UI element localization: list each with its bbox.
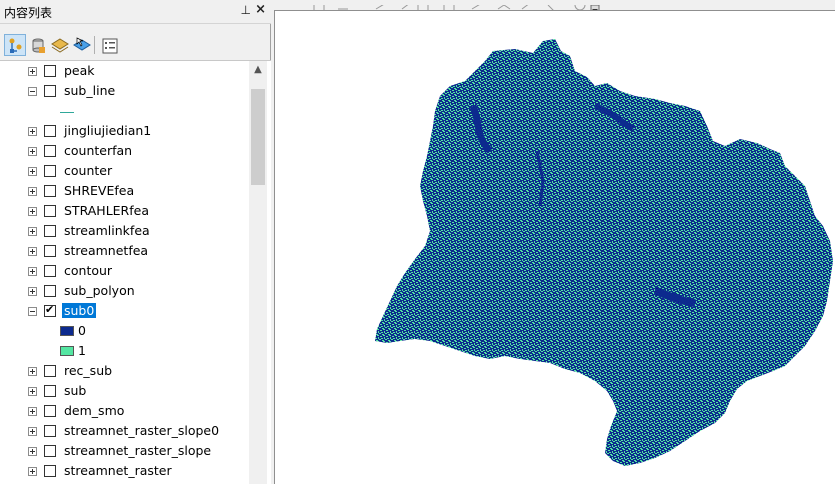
expand-icon[interactable]	[28, 427, 37, 436]
expand-icon[interactable]	[28, 67, 37, 76]
drawing-order-icon[interactable]	[4, 34, 26, 56]
selection-icon[interactable]	[70, 34, 92, 56]
expand-icon[interactable]	[28, 207, 37, 216]
expand-icon[interactable]	[28, 407, 37, 416]
layer-name[interactable]: sub	[64, 383, 86, 398]
layer-row[interactable]: rec_sub	[0, 361, 248, 381]
layer-name[interactable]: SHREVEfea	[64, 183, 134, 198]
layer-row[interactable]: STRAHLERfea	[0, 201, 248, 221]
toc-title: 内容列表	[4, 6, 53, 20]
layer-name[interactable]: peak	[64, 63, 95, 78]
layer-name[interactable]: sub_line	[64, 83, 115, 98]
layer-name[interactable]: rec_sub	[64, 363, 112, 378]
expand-icon[interactable]	[28, 367, 37, 376]
raster-map	[375, 39, 833, 466]
layer-row[interactable]: streamnet_raster_slope0	[0, 421, 248, 441]
layer-name[interactable]: sub_polyon	[64, 283, 135, 298]
layer-name[interactable]: counterfan	[64, 143, 132, 158]
expand-icon[interactable]	[28, 467, 37, 476]
layer-name[interactable]: sub0	[62, 303, 97, 318]
layer-visibility-checkbox[interactable]	[44, 385, 56, 397]
layer-row[interactable]: sub0	[0, 301, 248, 321]
layer-visibility-checkbox[interactable]	[44, 125, 56, 137]
legend-swatch	[60, 346, 74, 356]
layer-name[interactable]: jingliujiedian1	[64, 123, 151, 138]
layer-visibility-checkbox[interactable]	[44, 425, 56, 437]
layer-name[interactable]: streamlinkfea	[64, 223, 150, 238]
layer-name[interactable]: streamnetfea	[64, 243, 148, 258]
layer-visibility-checkbox[interactable]	[44, 445, 56, 457]
layer-name[interactable]: counter	[64, 163, 112, 178]
layer-row[interactable]: counterfan	[0, 141, 248, 161]
expand-icon[interactable]	[28, 247, 37, 256]
legend-value: 0	[78, 323, 86, 338]
scroll-thumb[interactable]	[251, 89, 265, 185]
layer-name[interactable]: streamnet_raster	[64, 463, 172, 478]
layer-visibility-checkbox[interactable]	[44, 205, 56, 217]
layer-visibility-checkbox[interactable]	[44, 365, 56, 377]
expand-icon[interactable]	[28, 267, 37, 276]
layer-name[interactable]: STRAHLERfea	[64, 203, 149, 218]
expand-icon[interactable]	[28, 287, 37, 296]
vertical-scrollbar[interactable]: ▲	[249, 61, 267, 484]
collapse-icon[interactable]	[28, 87, 37, 96]
layer-row[interactable]: streamnet_raster	[0, 461, 248, 481]
layer-row[interactable]: sub_line	[0, 81, 248, 101]
layer-row[interactable]: contour	[0, 261, 248, 281]
layer-visibility-checkbox[interactable]	[44, 65, 56, 77]
expand-icon[interactable]	[28, 127, 37, 136]
expand-icon[interactable]	[28, 387, 37, 396]
layer-visibility-checkbox[interactable]	[44, 285, 56, 297]
layer-row[interactable]: dem_smo	[0, 401, 248, 421]
layer-row[interactable]: streamnetfea	[0, 241, 248, 261]
layer-row[interactable]: peak	[0, 61, 248, 81]
layer-name[interactable]: dem_smo	[64, 403, 124, 418]
layer-visibility-checkbox[interactable]	[44, 405, 56, 417]
toc-title-bar: 内容列表 ⊥ ×	[0, 0, 271, 24]
layer-visibility-checkbox[interactable]	[44, 465, 56, 477]
layer-visibility-checkbox[interactable]	[44, 85, 56, 97]
map-view[interactable]	[274, 10, 835, 484]
layer-visibility-checkbox[interactable]	[44, 145, 56, 157]
layer-name[interactable]: contour	[64, 263, 112, 278]
layer-name[interactable]: streamnet_raster_slope	[64, 443, 211, 458]
options-icon[interactable]	[98, 34, 120, 56]
toc-toolbar	[0, 34, 271, 58]
layer-row[interactable]: counter	[0, 161, 248, 181]
layer-visibility-checkbox[interactable]	[44, 225, 56, 237]
raster-class-pattern	[375, 39, 833, 466]
layer-row[interactable]: streamlinkfea	[0, 221, 248, 241]
expand-icon[interactable]	[28, 167, 37, 176]
expand-icon[interactable]	[28, 227, 37, 236]
layer-name[interactable]: streamnet_raster_slope0	[64, 423, 219, 438]
map-toolbar	[272, 0, 835, 10]
sub-line-symbol	[60, 112, 74, 113]
layer-row[interactable]: sub	[0, 381, 248, 401]
table-of-contents-panel: 内容列表 ⊥ × peak sub_line jingliujiedian1 co	[0, 0, 271, 484]
collapse-icon[interactable]	[28, 307, 37, 316]
layer-row[interactable]: sub_polyon	[0, 281, 248, 301]
layer-row[interactable]: jingliujiedian1	[0, 121, 248, 141]
layer-visibility-checkbox[interactable]	[44, 165, 56, 177]
toolbar-separator	[94, 36, 95, 54]
layer-list: peak sub_line jingliujiedian1 counterfan cou…	[0, 60, 271, 484]
source-icon[interactable]	[26, 34, 48, 56]
legend-swatch	[60, 326, 74, 336]
scroll-up-icon[interactable]: ▲	[249, 61, 267, 79]
layer-visibility-checkbox[interactable]	[44, 265, 56, 277]
layer-visibility-checkbox[interactable]	[44, 303, 56, 317]
layer-visibility-checkbox[interactable]	[44, 245, 56, 257]
expand-icon[interactable]	[28, 147, 37, 156]
visibility-icon[interactable]	[48, 34, 70, 56]
close-icon[interactable]: ×	[255, 2, 266, 17]
pin-icon[interactable]: ⊥	[241, 3, 251, 17]
expand-icon[interactable]	[28, 447, 37, 456]
legend-value: 1	[78, 343, 86, 358]
layer-row[interactable]: SHREVEfea	[0, 181, 248, 201]
layer-row[interactable]: streamnet_raster_slope	[0, 441, 248, 461]
expand-icon[interactable]	[28, 187, 37, 196]
layer-visibility-checkbox[interactable]	[44, 185, 56, 197]
arcmap-window: 内容列表 ⊥ × peak sub_line jingliujiedian1 co	[0, 0, 835, 484]
